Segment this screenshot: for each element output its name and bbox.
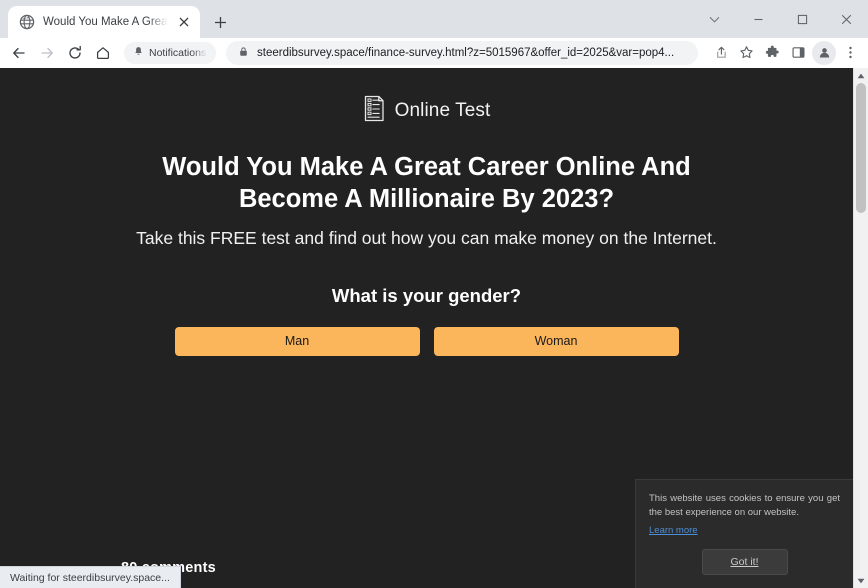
lock-icon: [238, 44, 249, 62]
cookie-message: This website uses cookies to ensure you …: [649, 492, 840, 518]
profile-avatar-icon[interactable]: [812, 40, 836, 65]
cookie-accept-button[interactable]: Got it!: [701, 549, 788, 575]
answer-options: Man Woman: [0, 326, 853, 356]
browser-tab[interactable]: Would You Make A Great Career: [8, 6, 200, 38]
survey-question: What is your gender?: [331, 284, 522, 306]
url-text: steerdibsurvey.space/finance-survey.html…: [257, 46, 675, 59]
scrollbar-thumb[interactable]: [856, 83, 866, 213]
close-tab-icon[interactable]: [176, 14, 192, 30]
status-text: Waiting for steerdibsurvey.space...: [10, 571, 170, 584]
scroll-up-arrow-icon[interactable]: [854, 68, 868, 83]
home-button[interactable]: [90, 40, 116, 66]
brand-name: Online Test: [394, 100, 491, 121]
status-bar: Waiting for steerdibsurvey.space...: [0, 566, 181, 588]
forward-button[interactable]: [34, 40, 60, 66]
tab-strip: Would You Make A Great Career: [0, 0, 868, 38]
notifications-blocked-chip[interactable]: Notifications bl: [124, 41, 216, 64]
side-panel-icon[interactable]: [786, 41, 810, 65]
globe-icon: [19, 14, 35, 30]
tab-title: Would You Make A Great Career: [43, 16, 168, 28]
plus-icon: [214, 16, 226, 28]
page-title: Would You Make A Great Career Online And…: [162, 153, 691, 214]
answer-button-woman[interactable]: Woman: [433, 326, 679, 356]
answer-button-man[interactable]: Man: [174, 326, 420, 356]
survey-sheet-icon: [363, 95, 386, 127]
new-tab-button[interactable]: [206, 8, 234, 36]
window-controls: [692, 0, 868, 38]
share-icon[interactable]: [708, 41, 732, 65]
maximize-button[interactable]: [780, 2, 824, 36]
site-brand: Online Test: [0, 95, 853, 127]
scroll-down-arrow-icon[interactable]: [854, 573, 868, 588]
three-dot-menu-icon[interactable]: [838, 41, 862, 65]
tab-search-button[interactable]: [692, 2, 736, 36]
puzzle-icon[interactable]: [760, 41, 784, 65]
page-viewport: Online Test Would You Make A Great Caree…: [0, 68, 868, 588]
browser-toolbar: Notifications bl steerdibsurvey.space/fi…: [0, 38, 868, 68]
reload-button[interactable]: [62, 40, 88, 66]
bell-icon: [133, 44, 144, 62]
browser-window: Would You Make A Great Career: [0, 0, 868, 588]
page-subtitle: Take this FREE test and find out how you…: [136, 228, 717, 249]
close-window-button[interactable]: [824, 2, 868, 36]
page-scrollbar[interactable]: [853, 68, 868, 588]
minimize-button[interactable]: [736, 2, 780, 36]
address-bar[interactable]: steerdibsurvey.space/finance-survey.html…: [226, 40, 698, 65]
scrollbar-track[interactable]: [854, 83, 868, 573]
star-icon[interactable]: [734, 41, 758, 65]
cookie-consent-banner: This website uses cookies to ensure you …: [635, 478, 853, 588]
notifications-chip-label: Notifications bl: [149, 46, 207, 59]
back-button[interactable]: [6, 40, 32, 66]
cookie-learn-more-link[interactable]: Learn more: [649, 525, 698, 536]
